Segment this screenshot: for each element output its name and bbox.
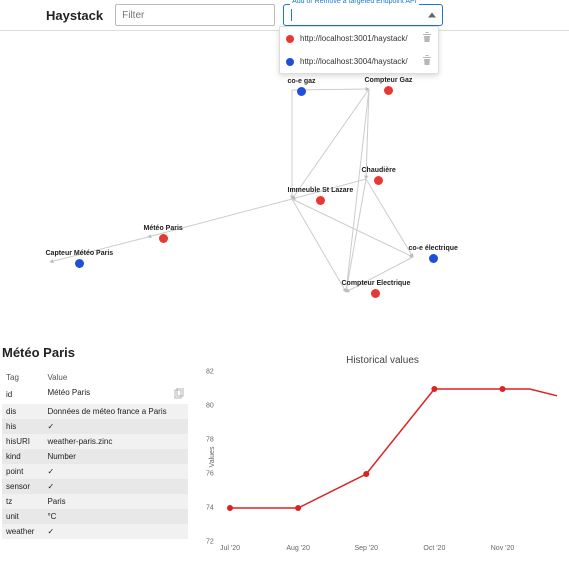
graph-node[interactable]: Compteur Electrique <box>342 280 411 298</box>
cell-tag: kind <box>2 449 43 464</box>
status-dot-icon <box>286 58 294 66</box>
table-row: kindNumber <box>2 449 188 464</box>
ytick: 76 <box>206 471 214 478</box>
graph-node[interactable]: co-e gaz <box>288 78 316 96</box>
ytick: 82 <box>206 369 214 376</box>
col-tag: Tag <box>2 370 43 385</box>
graph-node-dot-icon <box>297 87 306 96</box>
endpoint-url: http://localhost:3004/haystack/ <box>300 57 408 66</box>
graph-node-label: Chaudière <box>362 167 396 174</box>
cell-tag: sensor <box>2 479 43 494</box>
col-value: Value <box>43 370 188 385</box>
cell-value: ✓ <box>43 464 188 479</box>
graph-node[interactable]: co-e électrique <box>409 245 458 263</box>
graph-edges <box>35 37 535 337</box>
cell-tag: unit <box>2 509 43 524</box>
cell-value: ✓ <box>43 479 188 494</box>
cell-tag: dis <box>2 404 43 419</box>
graph-node-label: Compteur Gaz <box>365 77 413 84</box>
app-title: Haystack <box>6 8 107 23</box>
detail-section: Météo Paris Tag Value idMétéo ParisdisDo… <box>0 343 569 550</box>
xtick: Oct '20 <box>423 545 445 552</box>
table-row: his✓ <box>2 419 188 434</box>
table-row: point✓ <box>2 464 188 479</box>
ytick: 74 <box>206 505 214 512</box>
endpoint-dropdown: http://localhost:3001/haystack/ http://l… <box>279 26 439 74</box>
trash-icon[interactable] <box>422 32 432 45</box>
graph-node-dot-icon <box>159 234 168 243</box>
endpoint-input[interactable] <box>292 10 412 20</box>
graph-node-label: co-e gaz <box>288 78 316 85</box>
chevron-up-icon[interactable] <box>428 10 436 21</box>
chart-svg <box>220 372 567 542</box>
ytick: 72 <box>206 539 214 546</box>
cell-tag: weather <box>2 524 43 539</box>
cell-value: Météo Paris <box>43 385 188 404</box>
xtick: Nov '20 <box>491 545 515 552</box>
cell-value: Données de méteo france a Paris <box>43 404 188 419</box>
graph-canvas[interactable]: co-e gaz Compteur Gaz Chaudière Immeuble St… <box>35 37 535 337</box>
cell-tag: tz <box>2 494 43 509</box>
status-dot-icon <box>286 35 294 43</box>
cell-value: weather-paris.zinc <box>43 434 188 449</box>
cell-tag: hisURI <box>2 434 43 449</box>
xtick: Aug '20 <box>286 545 310 552</box>
graph-node-label: Capteur Météo Paris <box>46 250 114 257</box>
table-row: sensor✓ <box>2 479 188 494</box>
chart-title: Historical values <box>198 355 567 366</box>
copy-icon[interactable] <box>174 388 184 401</box>
graph-node[interactable]: Immeuble St Lazare <box>288 187 354 205</box>
table-row: hisURIweather-paris.zinc <box>2 434 188 449</box>
table-row: disDonnées de méteo france a Paris <box>2 404 188 419</box>
cell-tag: id <box>2 385 43 404</box>
graph-node-label: Météo Paris <box>144 225 183 232</box>
chart-ylabel: Values <box>209 447 216 468</box>
graph-node[interactable]: Capteur Météo Paris <box>46 250 114 268</box>
graph-node-dot-icon <box>371 289 380 298</box>
ytick: 80 <box>206 403 214 410</box>
graph-node-dot-icon <box>384 86 393 95</box>
cell-tag: his <box>2 419 43 434</box>
filter-input[interactable] <box>122 10 268 21</box>
chart-area[interactable]: Values 727476788082Jul '20Aug '20Sep '20… <box>220 372 567 542</box>
graph-wrap: co-e gaz Compteur Gaz Chaudière Immeuble St… <box>0 31 569 343</box>
cell-value: ✓ <box>43 524 188 539</box>
graph-node[interactable]: Météo Paris <box>144 225 183 243</box>
graph-node-dot-icon <box>374 176 383 185</box>
graph-node-dot-icon <box>316 196 325 205</box>
xtick: Jul '20 <box>220 545 240 552</box>
chart-wrap: Historical values Values 727476788082Jul… <box>198 343 567 542</box>
trash-icon[interactable] <box>422 55 432 68</box>
endpoint-label: Add or Remove a targeted Endpoint API <box>290 0 419 5</box>
cell-tag: point <box>2 464 43 479</box>
graph-node[interactable]: Chaudière <box>362 167 396 185</box>
endpoint-url: http://localhost:3001/haystack/ <box>300 34 408 43</box>
endpoint-option[interactable]: http://localhost:3004/haystack/ <box>280 50 438 73</box>
ytick: 78 <box>206 437 214 444</box>
filter-box[interactable] <box>115 4 275 26</box>
table-row: idMétéo Paris <box>2 385 188 404</box>
topbar: Haystack Add or Remove a targeted Endpoi… <box>0 0 569 31</box>
graph-node-dot-icon <box>75 259 84 268</box>
detail-title: Météo Paris <box>2 345 188 360</box>
table-row: unit°C <box>2 509 188 524</box>
graph-node-label: Immeuble St Lazare <box>288 187 354 194</box>
tags-table: Tag Value idMétéo ParisdisDonnées de mét… <box>2 370 188 539</box>
endpoint-option[interactable]: http://localhost:3001/haystack/ <box>280 27 438 50</box>
graph-node[interactable]: Compteur Gaz <box>365 77 413 95</box>
table-row: weather✓ <box>2 524 188 539</box>
cell-value: ✓ <box>43 419 188 434</box>
cell-value: °C <box>43 509 188 524</box>
table-header-row: Tag Value <box>2 370 188 385</box>
graph-node-dot-icon <box>429 254 438 263</box>
cell-value: Number <box>43 449 188 464</box>
graph-node-label: co-e électrique <box>409 245 458 252</box>
detail-left: Météo Paris Tag Value idMétéo ParisdisDo… <box>2 343 188 542</box>
endpoint-select[interactable]: Add or Remove a targeted Endpoint API <box>283 4 443 26</box>
xtick: Sep '20 <box>354 545 378 552</box>
graph-node-label: Compteur Electrique <box>342 280 411 287</box>
table-row: tzParis <box>2 494 188 509</box>
cell-value: Paris <box>43 494 188 509</box>
